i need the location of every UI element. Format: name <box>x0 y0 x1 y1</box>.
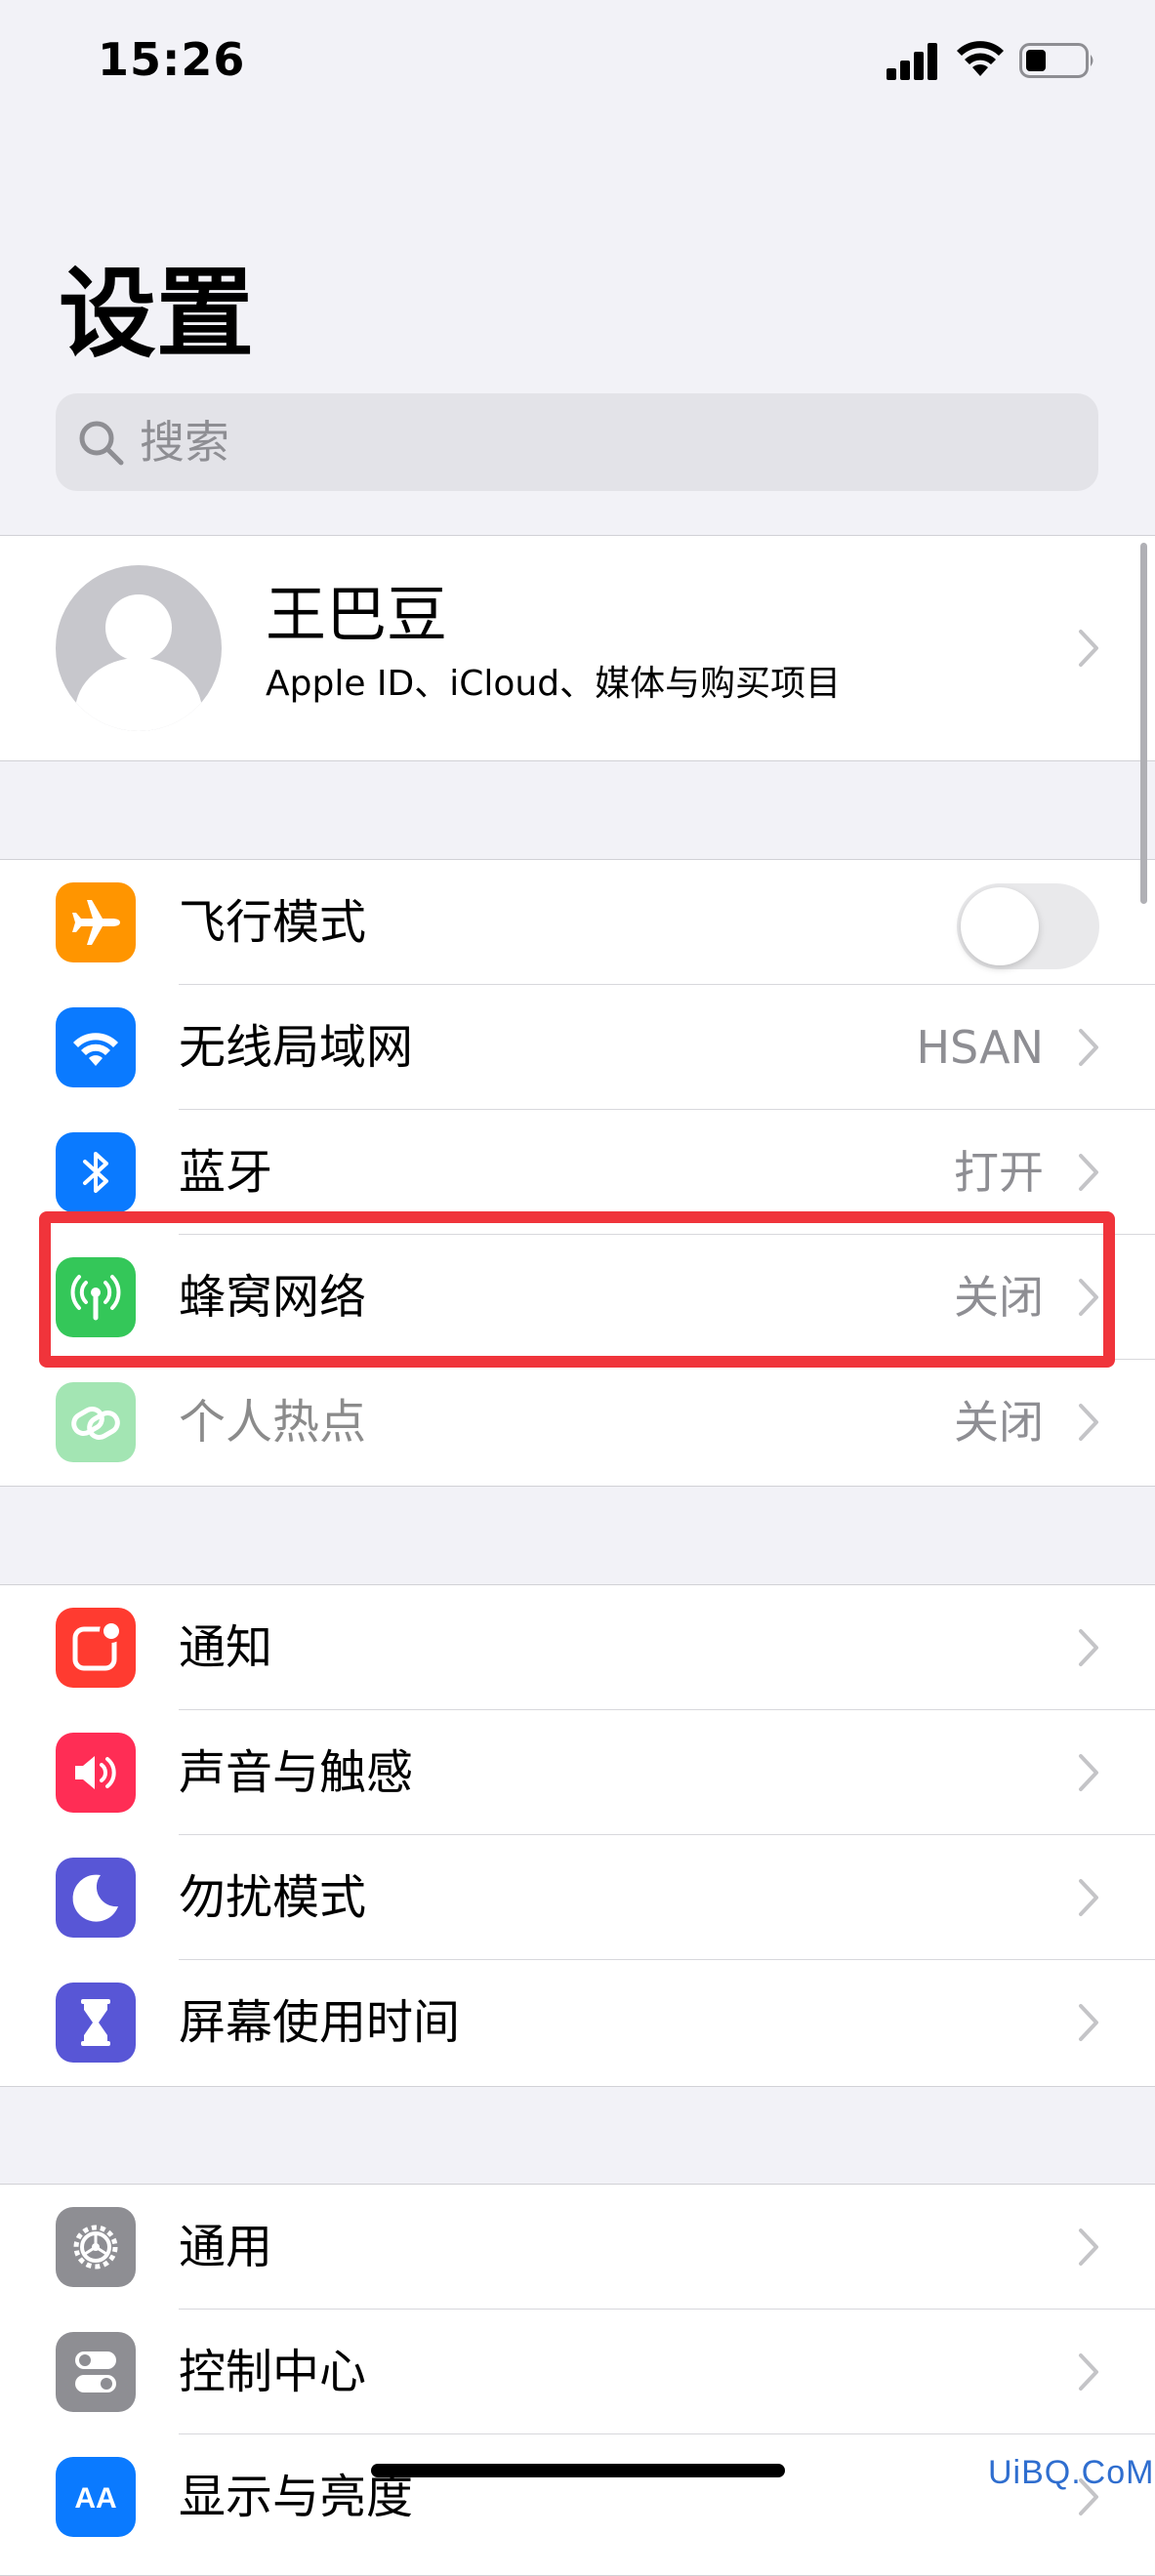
settings-row-sounds[interactable]: 声音与触感 <box>0 1710 1155 1835</box>
hourglass-icon <box>56 1983 136 2063</box>
scrollbar[interactable] <box>1140 543 1147 904</box>
settings-row-control-center[interactable]: 控制中心 <box>0 2310 1155 2434</box>
personal-hotspot-label: 个人热点 <box>179 1395 367 1450</box>
settings-row-notifications[interactable]: 通知 <box>0 1585 1155 1710</box>
control-center-label: 控制中心 <box>179 2345 367 2399</box>
gear-icon <box>56 2207 136 2287</box>
chevron-right-icon <box>1079 2228 1098 2266</box>
do-not-disturb-label: 勿扰模式 <box>179 1870 367 1925</box>
link-icon <box>56 1382 136 1462</box>
settings-row-wifi[interactable]: 无线局域网 HSAN <box>0 985 1155 1110</box>
antenna-icon <box>56 1257 136 1337</box>
apple-id-profile[interactable]: 王巴豆 Apple ID、iCloud、媒体与购买项目 <box>0 535 1155 761</box>
airplane-mode-toggle[interactable] <box>957 883 1099 969</box>
bluetooth-label: 蓝牙 <box>179 1145 273 1200</box>
connectivity-group: 飞行模式 无线局域网 HSAN 蓝牙 打开 蜂窝网络 关闭 个人热点 关闭 <box>0 859 1155 1487</box>
chevron-right-icon <box>1079 1404 1098 1441</box>
chevron-right-icon <box>1079 1279 1098 1316</box>
toggle-knob <box>961 887 1039 965</box>
chevron-right-icon <box>1079 630 1098 667</box>
cellular-label: 蜂窝网络 <box>179 1270 367 1325</box>
notifications-group: 通知 声音与触感 勿扰模式 屏幕使用时间 <box>0 1584 1155 2087</box>
moon-icon <box>56 1858 136 1938</box>
notifications-label: 通知 <box>179 1620 273 1675</box>
page-title: 设置 <box>59 257 254 371</box>
airplane-icon <box>56 882 136 962</box>
wifi-label: 无线局域网 <box>179 1020 414 1075</box>
wifi-network-name: HSAN <box>916 1021 1044 1074</box>
settings-row-general[interactable]: 通用 <box>0 2185 1155 2310</box>
profile-name: 王巴豆 <box>266 579 448 650</box>
notification-icon <box>56 1608 136 1688</box>
cellular-signal-icon <box>887 43 937 80</box>
chevron-right-icon <box>1079 2004 1098 2041</box>
wifi-status-icon <box>957 41 1004 76</box>
settings-row-screen-time[interactable]: 屏幕使用时间 <box>0 1960 1155 2085</box>
profile-subtitle: Apple ID、iCloud、媒体与购买项目 <box>266 664 842 704</box>
wifi-icon <box>56 1007 136 1087</box>
airplane-mode-label: 飞行模式 <box>179 895 367 950</box>
personal-hotspot-status: 关闭 <box>954 1396 1044 1449</box>
cellular-status: 关闭 <box>954 1271 1044 1324</box>
search-input[interactable]: 搜索 <box>56 393 1098 491</box>
switches-icon <box>56 2332 136 2412</box>
display-icon: AA <box>56 2457 136 2537</box>
screen-time-label: 屏幕使用时间 <box>179 1995 461 2050</box>
battery-icon <box>1019 43 1093 78</box>
general-group: 通用 控制中心 AA 显示与亮度 <box>0 2184 1155 2576</box>
settings-row-personal-hotspot[interactable]: 个人热点 关闭 <box>0 1360 1155 1485</box>
watermark: UiBQ.CoM <box>988 2454 1155 2491</box>
chevron-right-icon <box>1079 1629 1098 1666</box>
home-indicator[interactable] <box>371 2464 785 2477</box>
settings-row-cellular[interactable]: 蜂窝网络 关闭 <box>0 1235 1155 1360</box>
chevron-right-icon <box>1079 1879 1098 1916</box>
chevron-right-icon <box>1079 1754 1098 1791</box>
chevron-right-icon <box>1079 2353 1098 2391</box>
chevron-right-icon <box>1079 1029 1098 1066</box>
settings-row-do-not-disturb[interactable]: 勿扰模式 <box>0 1835 1155 1960</box>
avatar <box>56 565 222 731</box>
search-icon <box>79 421 124 466</box>
settings-row-airplane-mode: 飞行模式 <box>0 860 1155 985</box>
bluetooth-icon <box>56 1132 136 1212</box>
search-placeholder: 搜索 <box>140 416 229 469</box>
status-bar: 15:26 <box>0 0 1155 127</box>
speaker-icon <box>56 1733 136 1813</box>
general-label: 通用 <box>179 2220 273 2274</box>
bluetooth-status: 打开 <box>954 1146 1044 1199</box>
settings-row-bluetooth[interactable]: 蓝牙 打开 <box>0 1110 1155 1235</box>
settings-row-display-brightness[interactable]: AA 显示与亮度 <box>0 2434 1155 2559</box>
chevron-right-icon <box>1079 1154 1098 1191</box>
status-time: 15:26 <box>98 33 246 86</box>
sounds-label: 声音与触感 <box>179 1745 414 1800</box>
